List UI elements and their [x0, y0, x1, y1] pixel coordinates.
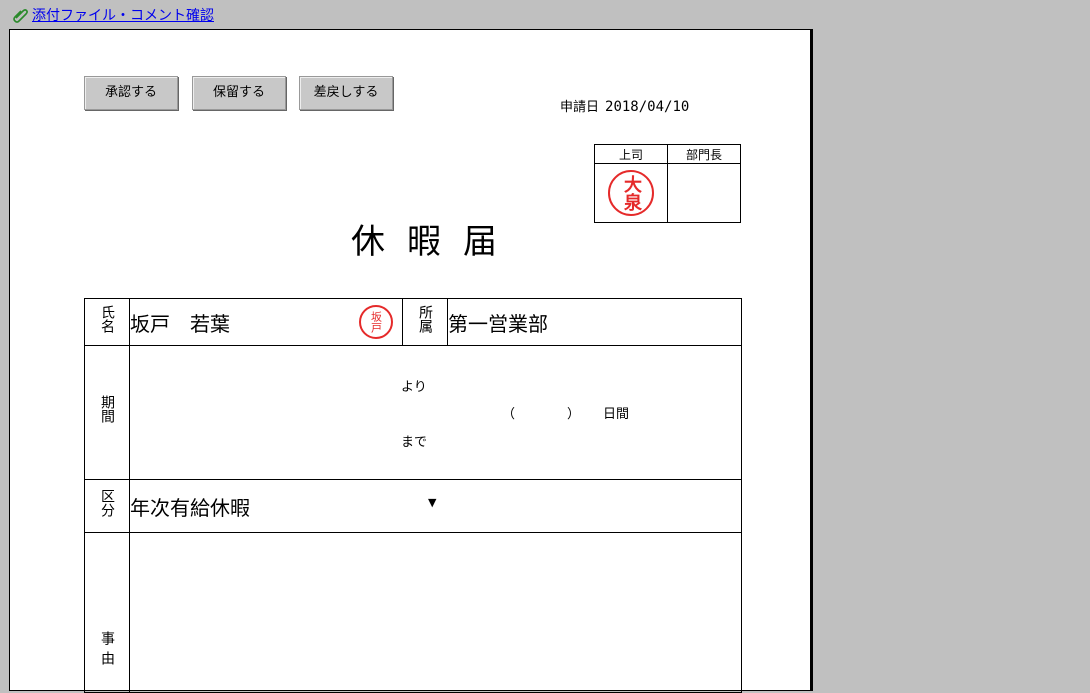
period-cell[interactable]: より （ ） 日間 まで — [129, 345, 742, 480]
return-button[interactable]: 差戻しする — [299, 76, 393, 110]
approve-button[interactable]: 承認する — [84, 76, 178, 110]
attachment-comment-link-row: 添付ファイル・コメント確認 — [12, 6, 214, 24]
approval-col-department-head: 部門長 — [667, 144, 741, 164]
applicant-seal-text: 坂戸 — [369, 311, 383, 333]
reason-label: 事由 — [84, 532, 130, 693]
attachment-comment-link[interactable]: 添付ファイル・コメント確認 — [32, 5, 214, 25]
leave-request-sheet: 承認する 保留する 差戻しする 申請日 2018/04/10 上司 部門長 大泉 … — [9, 29, 813, 693]
close-paren: ） — [567, 407, 581, 422]
type-label-text: 区分 — [99, 488, 115, 517]
dropdown-arrow-icon[interactable]: ▼ — [428, 496, 436, 509]
dept-label: 所属 — [402, 298, 448, 346]
reason-cell[interactable] — [129, 532, 742, 693]
supervisor-seal-text: 大泉 — [621, 175, 642, 211]
period-label-text: 期間 — [99, 395, 115, 423]
name-label-text: 氏名 — [99, 304, 115, 333]
name-value: 坂戸 若葉 — [130, 311, 230, 336]
reason-label-text: 事由 — [99, 631, 115, 671]
name-label: 氏名 — [84, 298, 130, 346]
document-title: 休暇届 — [351, 222, 519, 262]
leave-form-table: 氏名 坂戸 若葉 坂戸 所属 第一営業部 期間 より （ ） 日間 まで 区分 — [84, 298, 742, 693]
leave-type-value: 年次有給休暇 — [130, 495, 250, 520]
approval-col-supervisor: 上司 — [594, 144, 668, 164]
dept-value: 第一営業部 — [447, 298, 742, 346]
to-text: まで — [401, 435, 428, 450]
period-label: 期間 — [84, 345, 130, 480]
days-text: 日間 — [603, 407, 630, 422]
leave-type-select[interactable]: 年次有給休暇 ▼ — [129, 479, 742, 533]
type-label: 区分 — [84, 479, 130, 533]
dept-label-text: 所属 — [417, 304, 433, 333]
application-date: 申請日 2018/04/10 — [560, 96, 689, 115]
application-date-value: 2018/04/10 — [605, 99, 690, 115]
open-paren: （ — [502, 407, 516, 422]
from-text: より — [401, 380, 427, 395]
approval-stamp-table: 上司 部門長 大泉 — [594, 144, 741, 223]
paperclip-icon — [12, 7, 30, 23]
name-cell: 坂戸 若葉 坂戸 — [129, 298, 403, 346]
applicant-seal: 坂戸 — [359, 305, 393, 339]
application-date-label: 申請日 — [560, 100, 600, 115]
supervisor-seal: 大泉 — [608, 170, 654, 216]
hold-button[interactable]: 保留する — [192, 76, 286, 110]
